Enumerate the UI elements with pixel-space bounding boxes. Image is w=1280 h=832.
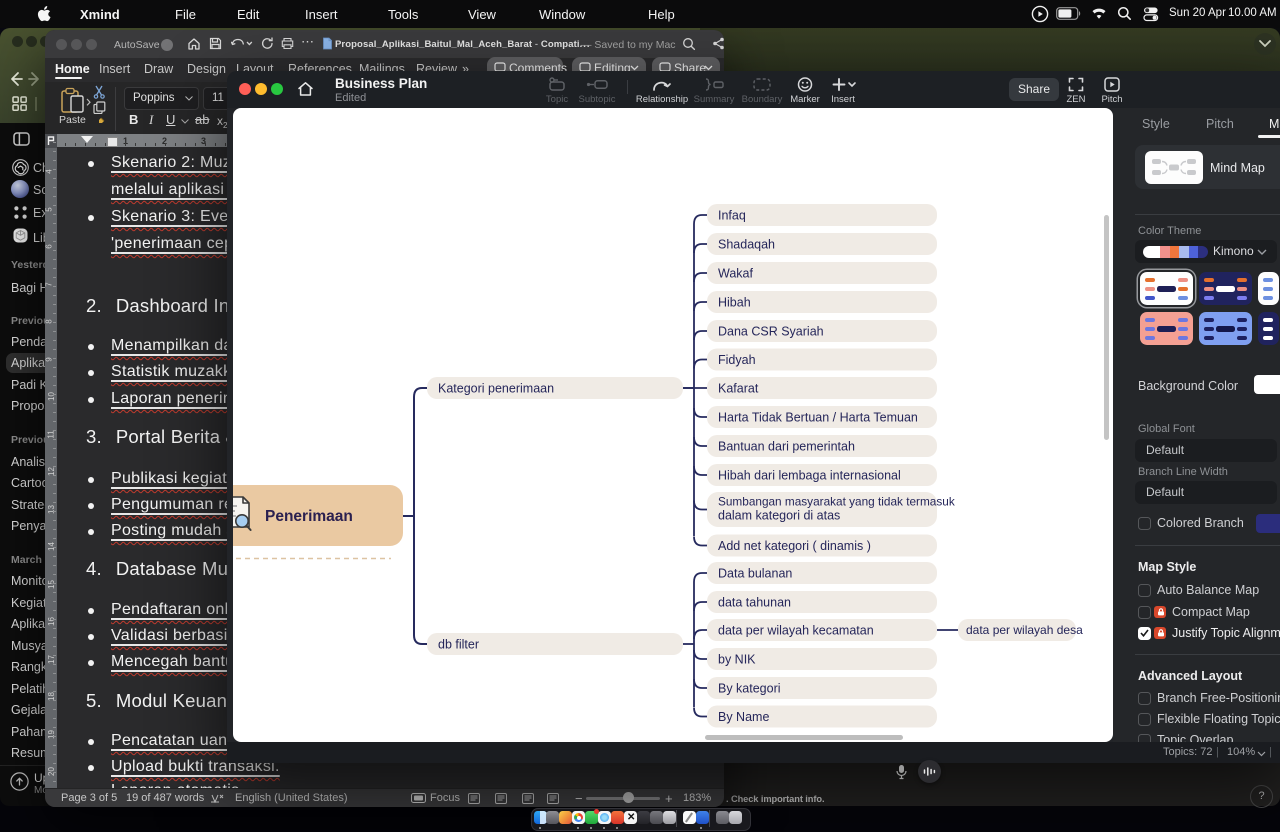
svg-text:Penerimaan: Penerimaan xyxy=(265,508,353,525)
svg-text:Kategori penerimaan: Kategori penerimaan xyxy=(438,382,554,396)
svg-text:Hibah: Hibah xyxy=(718,296,751,310)
svg-text:Fidyah: Fidyah xyxy=(718,353,756,367)
svg-text:By Name: By Name xyxy=(718,710,769,724)
svg-text:Data bulanan: Data bulanan xyxy=(718,567,792,581)
svg-text:Bantuan dari pemerintah: Bantuan dari pemerintah xyxy=(718,440,855,454)
svg-text:Hibah dari lembaga internasion: Hibah dari lembaga internasional xyxy=(718,469,901,483)
svg-text:data tahunan: data tahunan xyxy=(718,596,791,610)
svg-text:Sumbangan masyarakat yang tida: Sumbangan masyarakat yang tidak termasuk xyxy=(718,495,955,509)
svg-text:db filter: db filter xyxy=(438,638,479,652)
svg-text:Dana CSR Syariah: Dana CSR Syariah xyxy=(718,325,824,339)
svg-text:Harta Tidak Bertuan / Harta Te: Harta Tidak Bertuan / Harta Temuan xyxy=(718,411,918,425)
svg-text:Shadaqah: Shadaqah xyxy=(718,238,775,252)
svg-text:data per wilayah desa: data per wilayah desa xyxy=(966,623,1083,637)
svg-text:data per wilayah kecamatan: data per wilayah kecamatan xyxy=(718,624,874,638)
svg-text:Kafarat: Kafarat xyxy=(718,382,759,396)
svg-text:Add net kategori ( dinamis ): Add net kategori ( dinamis ) xyxy=(718,539,871,553)
svg-text:By kategori: By kategori xyxy=(718,682,781,696)
svg-text:Infaq: Infaq xyxy=(718,209,746,223)
svg-text:dalam kategori di atas: dalam kategori di atas xyxy=(718,509,840,523)
svg-text:by NIK: by NIK xyxy=(718,653,756,667)
svg-text:Wakaf: Wakaf xyxy=(718,267,753,281)
